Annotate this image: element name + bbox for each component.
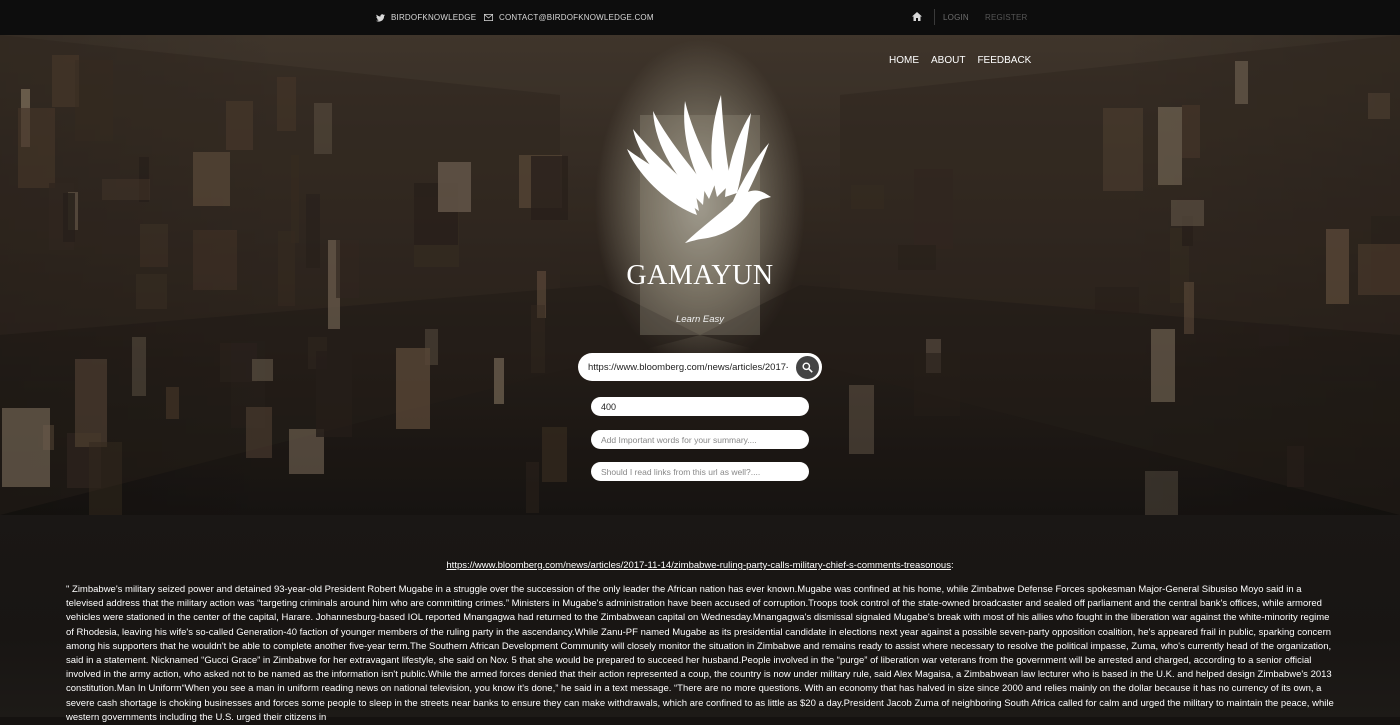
- hero-section: HOME ABOUT FEEDBACK GAMAYUN Learn Easy: [0, 35, 1400, 515]
- home-icon-link[interactable]: [912, 12, 922, 21]
- register-link[interactable]: REGISTER: [985, 13, 1028, 22]
- top-bar: BIRDOFKNOWLEDGE CONTACT@BIRDOFKNOWLEDGE.…: [0, 0, 1400, 35]
- contact-email: CONTACT@BIRDOFKNOWLEDGE.COM: [499, 13, 654, 22]
- home-icon: [912, 12, 922, 21]
- brand-tagline: Learn Easy: [675, 314, 725, 325]
- search-icon: [802, 362, 813, 373]
- important-words-input[interactable]: [591, 430, 809, 449]
- brand-title: GAMAYUN: [626, 260, 774, 291]
- search-button[interactable]: [794, 354, 821, 381]
- nav-about[interactable]: ABOUT: [931, 55, 965, 66]
- twitter-handle: BIRDOFKNOWLEDGE: [391, 13, 477, 22]
- summary-text: " Zimbabwe's military seized power and d…: [66, 584, 1334, 723]
- envelope-icon: [484, 14, 493, 21]
- twitter-icon: [376, 13, 385, 22]
- word-count-input[interactable]: [591, 397, 809, 416]
- contact-email-link[interactable]: CONTACT@BIRDOFKNOWLEDGE.COM: [484, 13, 654, 22]
- bird-logo-icon: [627, 95, 771, 243]
- twitter-link[interactable]: BIRDOFKNOWLEDGE: [376, 13, 476, 22]
- login-link[interactable]: LOGIN: [943, 13, 969, 22]
- summary-section: https://www.bloomberg.com/news/articles/…: [0, 515, 1400, 723]
- source-url-line: https://www.bloomberg.com/news/articles/…: [0, 560, 1400, 571]
- nav-home[interactable]: HOME: [889, 55, 919, 66]
- source-url-link[interactable]: https://www.bloomberg.com/news/articles/…: [446, 560, 951, 571]
- topbar-divider: [934, 9, 935, 25]
- read-links-input[interactable]: [591, 462, 809, 481]
- url-input[interactable]: [578, 353, 822, 381]
- main-nav: HOME ABOUT FEEDBACK: [889, 55, 1031, 66]
- source-url-suffix: :: [950, 560, 954, 571]
- nav-feedback[interactable]: FEEDBACK: [977, 55, 1031, 66]
